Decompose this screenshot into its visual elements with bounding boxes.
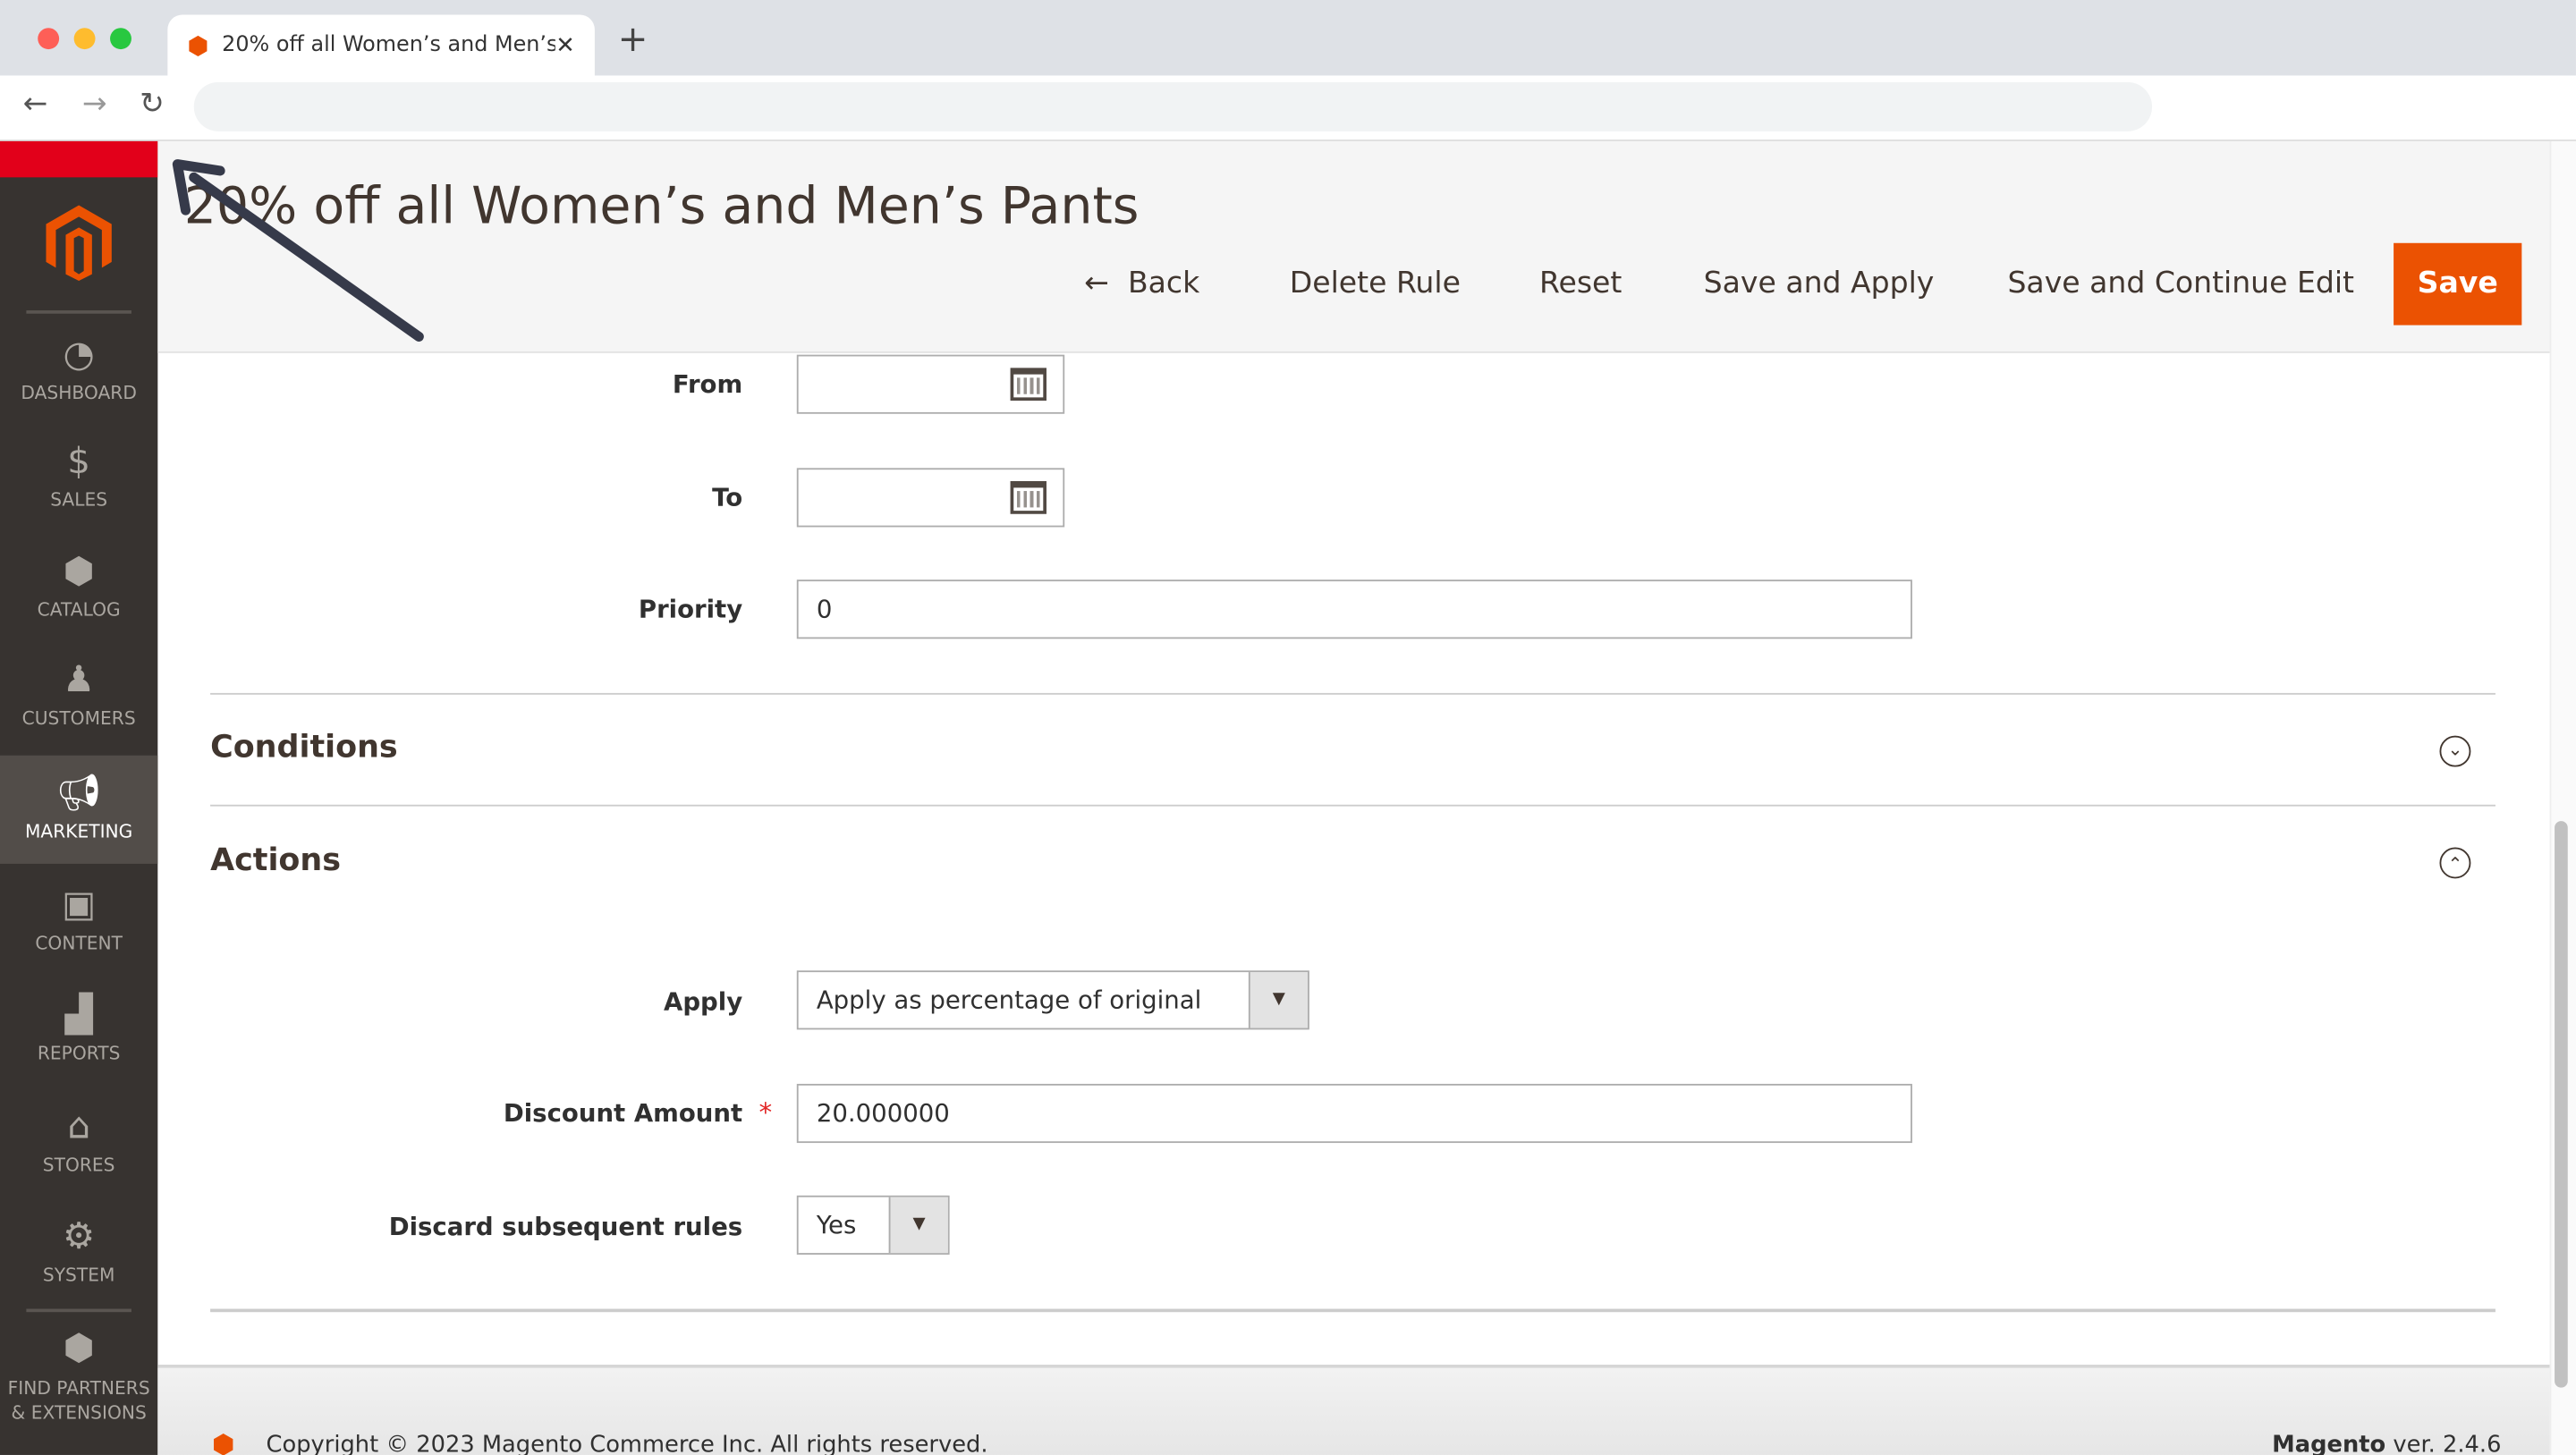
annotation-arrow-icon	[172, 159, 424, 342]
